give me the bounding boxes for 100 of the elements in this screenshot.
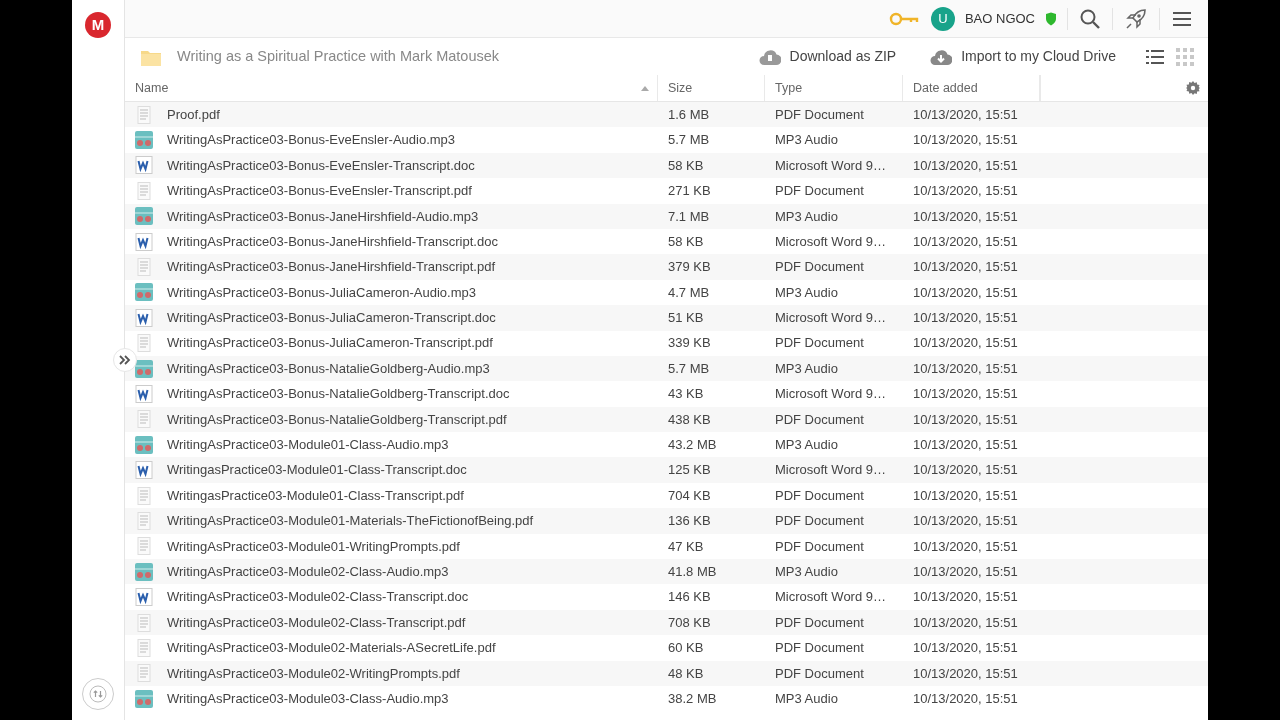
file-size: 5.7 MB xyxy=(667,131,711,150)
file-name[interactable]: WritingAsPractice03-Bonus-JaneHirshfield-Transcript.doc xyxy=(167,231,498,252)
file-name[interactable]: WritingAsPractice03-Bonus-EveEnsler-Transcript.doc xyxy=(167,155,475,176)
file-size: 1.6 MB xyxy=(667,105,711,124)
audio-file-icon xyxy=(135,283,153,302)
file-name[interactable]: WritingasPractice03-Module01-Class-Transcript.pdf xyxy=(167,485,464,506)
word-document-icon xyxy=(135,588,153,607)
file-size: 5.7 MB xyxy=(667,359,711,378)
word-document-icon xyxy=(135,232,153,251)
file-type: MP3 Audio xyxy=(774,283,839,302)
date-added: 10/13/2020, 15:51 xyxy=(912,486,1019,505)
shield-icon xyxy=(1045,11,1057,26)
file-name[interactable]: WritingAsPractice03-Module02-Class-Transcript.doc xyxy=(167,587,469,607)
document-icon xyxy=(135,181,153,200)
file-type: PDF Document xyxy=(774,512,865,531)
file-type: Microsoft Word 9… xyxy=(774,309,887,328)
file-size: 43.2 MB xyxy=(667,436,718,454)
column-header[interactable]: Type xyxy=(775,78,803,98)
file-name[interactable]: WritingasPractice03-Module01-Class-Transcript.doc xyxy=(167,460,467,480)
word-document-icon xyxy=(135,308,153,327)
file-name[interactable]: WritingAsPractice03-Bonus-EveEnsler-Transcript.pdf xyxy=(167,181,472,201)
file-name[interactable]: WritingAsPractice03-Bonus-JaneHirshfield-Transcript.pdf xyxy=(167,257,495,277)
date-added: 10/13/2020, 15:51 xyxy=(912,385,1019,404)
date-added: 10/13/2020, 15:51 xyxy=(912,689,1019,708)
date-added: 10/13/2020, 15:51 xyxy=(912,131,1019,150)
file-type: PDF Document xyxy=(774,613,865,632)
file-name[interactable]: WritingAsPractice03-Module02-Class-Audio.mp3 xyxy=(167,561,449,582)
date-added: 10/13/2020, 15:51 xyxy=(912,334,1019,353)
file-size: 146 KB xyxy=(667,588,712,607)
file-name[interactable]: WritingAsPractice03-Bonus-NatalieGoldberg-Audio.mp3 xyxy=(167,358,490,379)
date-added: 10/13/2020, 15:51 xyxy=(912,562,1019,581)
date-added: 10/13/2020, 15:51 xyxy=(912,105,1019,124)
file-type: PDF Document xyxy=(774,410,865,429)
date-added: 10/13/2020, 15:51 xyxy=(912,639,1019,658)
column-header[interactable]: Date added xyxy=(913,78,978,98)
file-name[interactable]: WritingAsPractice03-Bonus-NatalieGoldberg-Transcript.doc xyxy=(167,384,510,404)
word-document-icon xyxy=(135,156,153,175)
file-name[interactable]: WritingAsPractice03-Module01-WritingPrompts.pdf xyxy=(167,536,460,557)
cloud-download-icon xyxy=(930,47,953,66)
file-size: 60 KB xyxy=(667,639,705,658)
file-size: 38.2 MB xyxy=(667,689,718,708)
file-type: Microsoft Word 9… xyxy=(774,232,887,251)
date-added: 10/13/2020, 15:51 xyxy=(912,613,1019,632)
user-name[interactable]: BAO NGOC xyxy=(964,8,1035,29)
column-header[interactable]: Size xyxy=(668,78,693,98)
document-icon xyxy=(135,486,153,505)
date-added: 10/13/2020, 15:51 xyxy=(912,156,1019,175)
file-name[interactable]: WritingAsPractice03-Module02-Class-Transcript.pdf xyxy=(167,612,466,633)
list-icon xyxy=(1146,48,1164,65)
file-name[interactable]: WritingAsPractice03-Bonus-JuliaCameron-Transcript.pdf xyxy=(167,333,493,353)
grid-icon xyxy=(1176,47,1194,66)
file-name[interactable]: WritingAsPractice03-Module02-WritingPrompts.pdf xyxy=(167,663,460,684)
file-type: PDF Document xyxy=(774,664,865,683)
file-name[interactable]: WritingAsPractice03-Module02-Materials-ASecretLife.pdf xyxy=(167,638,496,658)
file-size: 51 KB xyxy=(667,309,705,328)
menu-icon xyxy=(1172,10,1192,27)
cloud-zip-icon xyxy=(758,47,781,66)
column-settings-button[interactable] xyxy=(1184,79,1202,97)
file-size: 7.1 MB xyxy=(667,207,711,226)
file-size: 48 KB xyxy=(667,664,705,683)
download-zip-button[interactable]: Download as ZIP xyxy=(752,44,903,69)
gear-icon xyxy=(1186,81,1200,95)
document-icon xyxy=(135,638,153,657)
file-name[interactable]: WritingAsPractice03-Module01-Materials-TheFictionofBeing.pdf xyxy=(167,511,534,531)
document-icon xyxy=(135,664,153,683)
file-size: 58 KB xyxy=(667,156,705,175)
expand-sidebar-button[interactable] xyxy=(113,348,137,372)
file-size: 125 KB xyxy=(667,461,712,480)
file-type: MP3 Audio xyxy=(774,207,839,226)
file-size: 704 KB xyxy=(667,486,712,505)
rocket-icon xyxy=(1125,7,1147,30)
document-icon xyxy=(135,511,153,530)
transfer-arrows-icon xyxy=(89,685,107,703)
date-added: 10/13/2020, 15:51 xyxy=(912,283,1019,302)
file-name[interactable]: WritingAsPractice03-Bonus-NatalieGoldberg-Transcript.pdf xyxy=(167,409,507,430)
file-type: Microsoft Word 9… xyxy=(774,588,887,607)
file-name[interactable]: WritingAsPractice03-Bonus-JuliaCameron-Transcript.doc xyxy=(167,308,496,328)
file-size: 43 KB xyxy=(667,385,705,404)
double-chevron-icon xyxy=(119,355,131,365)
audio-file-icon xyxy=(135,131,153,150)
file-name[interactable]: WritingAsPractice03-Bonus-JuliaCameron-Audio.mp3 xyxy=(167,282,476,303)
file-name[interactable]: WritingAsPractice03-Bonus-JaneHirshfield-Audio.mp3 xyxy=(167,206,479,226)
audio-file-icon xyxy=(135,207,153,226)
file-name[interactable]: WritingAsPractice03-Bonus-EveEnsler-Audio.mp3 xyxy=(167,130,456,150)
column-header[interactable]: Name xyxy=(135,78,169,98)
file-name[interactable]: Proof.pdf xyxy=(167,104,220,125)
import-button[interactable]: Import to my Cloud Drive xyxy=(924,44,1122,69)
file-type: MP3 Audio xyxy=(774,689,839,708)
app-logo[interactable]: M xyxy=(85,12,111,38)
file-name[interactable]: WritingAsPractice03-Module03-Class-Audio.mp3 xyxy=(167,688,449,709)
key-icon xyxy=(888,11,919,26)
file-size: 379 KB xyxy=(667,258,712,277)
date-added: 10/13/2020, 15:51 xyxy=(912,182,1019,201)
date-added: 10/13/2020, 15:51 xyxy=(912,664,1019,683)
file-size: 708 KB xyxy=(667,613,712,632)
file-size: 4.7 MB xyxy=(667,283,711,302)
date-added: 10/13/2020, 15:51 xyxy=(912,359,1019,378)
file-size: 41.8 MB xyxy=(667,562,718,581)
file-size: 136 KB xyxy=(667,512,712,531)
file-name[interactable]: WritingAsPractice03-Module01-Class-Audio.mp3 xyxy=(167,435,449,455)
